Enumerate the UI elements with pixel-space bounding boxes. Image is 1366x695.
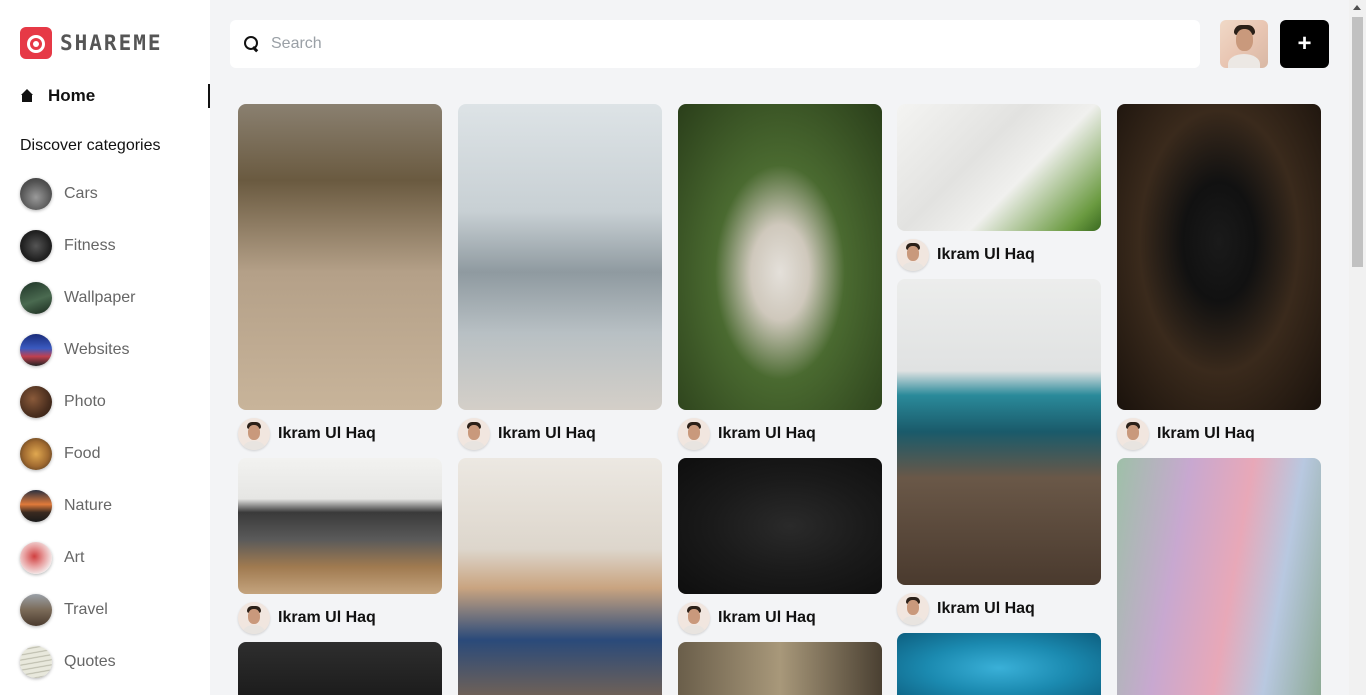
pin-win-mug[interactable] bbox=[1117, 104, 1321, 410]
search-icon bbox=[244, 36, 260, 52]
home-icon bbox=[20, 89, 34, 103]
author-avatar bbox=[458, 418, 490, 450]
pin-couple-beach[interactable] bbox=[458, 104, 662, 410]
author-name: Ikram Ul Haq bbox=[498, 425, 596, 442]
pin-author[interactable]: Ikram Ul Haq bbox=[897, 239, 1035, 271]
category-label: Fitness bbox=[64, 237, 116, 254]
pin-building[interactable] bbox=[678, 642, 882, 695]
pin-dark-devices[interactable] bbox=[238, 642, 442, 695]
pin-desk-monitors[interactable] bbox=[238, 458, 442, 594]
app-name: SHAREME bbox=[60, 31, 163, 55]
author-avatar bbox=[1117, 418, 1149, 450]
pin-flatlay-dark[interactable] bbox=[678, 458, 882, 594]
category-item-quotes[interactable]: Quotes bbox=[20, 646, 135, 695]
category-item-art[interactable]: Art bbox=[20, 542, 135, 594]
pin-author[interactable]: Ikram Ul Haq bbox=[1117, 418, 1255, 450]
category-label: Websites bbox=[64, 341, 130, 358]
app-logo[interactable]: SHAREME bbox=[20, 27, 163, 59]
user-profile-avatar[interactable] bbox=[1220, 20, 1268, 68]
category-thumbnail bbox=[20, 438, 52, 470]
category-thumbnail bbox=[20, 178, 52, 210]
category-label: Cars bbox=[64, 185, 98, 202]
pin-think-outside-box[interactable] bbox=[897, 104, 1101, 231]
author-avatar bbox=[238, 602, 270, 634]
category-item-nature[interactable]: Nature bbox=[20, 490, 135, 542]
category-thumbnail bbox=[20, 386, 52, 418]
sidebar-item-label: Home bbox=[48, 86, 96, 105]
category-thumbnail bbox=[20, 334, 52, 366]
author-name: Ikram Ul Haq bbox=[278, 609, 376, 626]
author-avatar bbox=[678, 602, 710, 634]
author-name: Ikram Ul Haq bbox=[278, 425, 376, 442]
pin-author[interactable]: Ikram Ul Haq bbox=[678, 602, 816, 634]
author-name: Ikram Ul Haq bbox=[718, 425, 816, 442]
category-thumbnail bbox=[20, 646, 52, 678]
category-thumbnail bbox=[20, 230, 52, 262]
author-avatar bbox=[238, 418, 270, 450]
category-item-websites[interactable]: Websites bbox=[20, 334, 135, 386]
author-avatar bbox=[678, 418, 710, 450]
author-name: Ikram Ul Haq bbox=[718, 609, 816, 626]
author-name: Ikram Ul Haq bbox=[937, 246, 1035, 263]
pin-author[interactable]: Ikram Ul Haq bbox=[238, 602, 376, 634]
pin-author[interactable]: Ikram Ul Haq bbox=[238, 418, 376, 450]
author-name: Ikram Ul Haq bbox=[1157, 425, 1255, 442]
category-thumbnail bbox=[20, 490, 52, 522]
category-item-travel[interactable]: Travel bbox=[20, 594, 135, 646]
search-bar[interactable] bbox=[230, 20, 1200, 68]
vertical-scrollbar[interactable] bbox=[1349, 0, 1366, 695]
category-label: Wallpaper bbox=[64, 289, 136, 306]
category-label: Travel bbox=[64, 601, 108, 618]
pin-woman-grass[interactable] bbox=[678, 104, 882, 410]
sidebar: SHAREME Home Discover categories Cars Fi… bbox=[0, 0, 210, 695]
category-thumbnail bbox=[20, 594, 52, 626]
search-input[interactable] bbox=[271, 35, 1171, 53]
category-item-wallpaper[interactable]: Wallpaper bbox=[20, 282, 135, 334]
category-item-cars[interactable]: Cars bbox=[20, 178, 135, 230]
pin-author[interactable]: Ikram Ul Haq bbox=[678, 418, 816, 450]
category-list: Cars Fitness Wallpaper Websites Photo Fo… bbox=[20, 178, 135, 695]
pin-imac-desk[interactable] bbox=[897, 279, 1101, 585]
category-label: Nature bbox=[64, 497, 113, 514]
pin-paint-brushes[interactable] bbox=[1117, 458, 1321, 695]
category-label: Art bbox=[64, 549, 85, 566]
active-indicator bbox=[208, 84, 210, 108]
pin-couple-forest[interactable] bbox=[238, 104, 442, 410]
scroll-up-arrow-icon[interactable] bbox=[1353, 5, 1361, 10]
category-item-food[interactable]: Food bbox=[20, 438, 135, 490]
scroll-thumb[interactable] bbox=[1352, 17, 1363, 267]
category-label: Food bbox=[64, 445, 101, 462]
sidebar-item-home[interactable]: Home bbox=[20, 84, 210, 108]
pin-author[interactable]: Ikram Ul Haq bbox=[897, 593, 1035, 625]
author-avatar bbox=[897, 593, 929, 625]
category-thumbnail bbox=[20, 542, 52, 574]
pin-swimmer-pool[interactable] bbox=[897, 633, 1101, 695]
author-avatar bbox=[897, 239, 929, 271]
pin-artist-apron[interactable] bbox=[458, 458, 662, 695]
pin-author[interactable]: Ikram Ul Haq bbox=[458, 418, 596, 450]
author-name: Ikram Ul Haq bbox=[937, 600, 1035, 617]
category-label: Photo bbox=[64, 393, 106, 410]
create-pin-button[interactable]: + bbox=[1280, 20, 1329, 68]
category-item-fitness[interactable]: Fitness bbox=[20, 230, 135, 282]
category-label: Quotes bbox=[64, 653, 116, 670]
camera-logo-icon bbox=[20, 27, 52, 59]
discover-categories-heading: Discover categories bbox=[20, 137, 161, 154]
category-item-photo[interactable]: Photo bbox=[20, 386, 135, 438]
category-thumbnail bbox=[20, 282, 52, 314]
